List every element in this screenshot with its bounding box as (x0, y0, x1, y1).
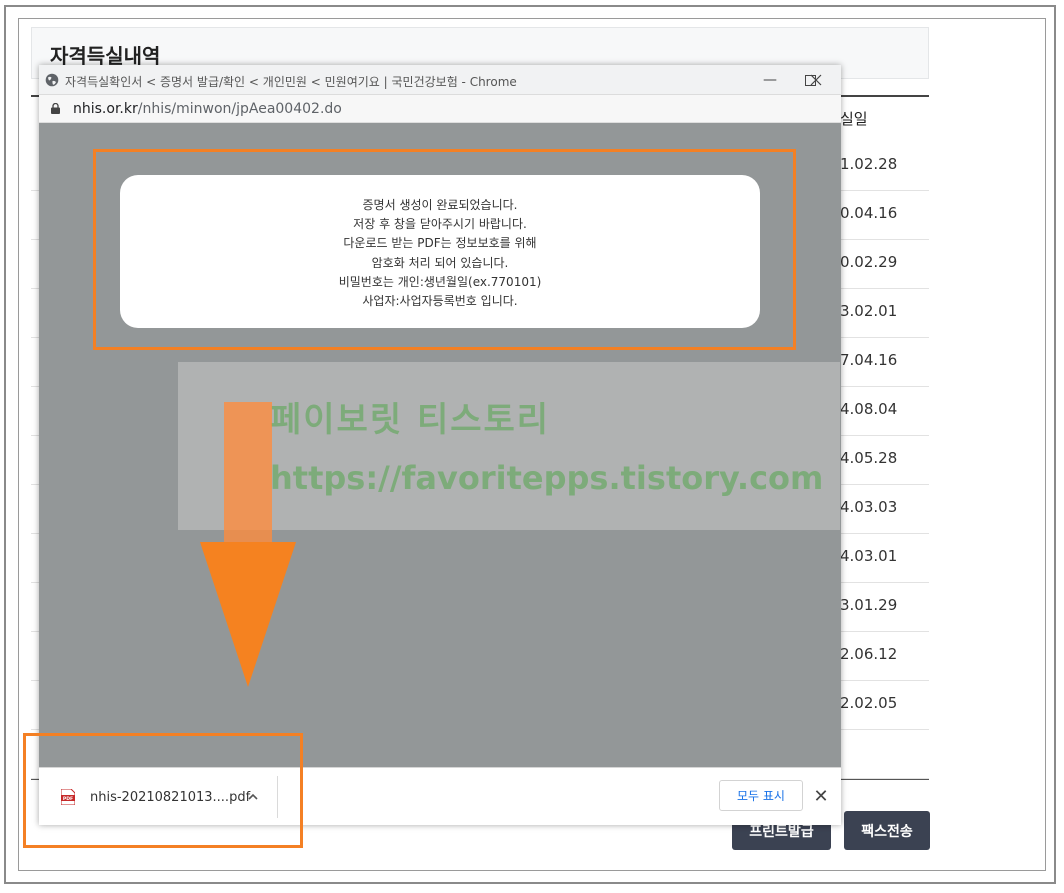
row-loss-date: 1.02.28 (840, 155, 898, 173)
row-loss-date: 4.03.03 (840, 498, 898, 516)
row-loss-date: 4.08.04 (840, 400, 898, 418)
globe-icon (45, 73, 59, 87)
row-loss-date: 0.04.16 (840, 204, 898, 222)
minimize-icon[interactable]: — (755, 69, 785, 91)
watermark-text-name: 페이보릿 티스토리 (270, 400, 551, 440)
url-path: /nhis/minwon/jpAea00402.do (137, 101, 342, 117)
row-loss-date: 7.04.16 (840, 351, 898, 369)
close-window-icon[interactable] (801, 69, 831, 91)
show-all-button[interactable]: 모두 표시 (719, 780, 803, 811)
column-header-loss-date: 실일 (840, 110, 868, 128)
row-loss-date: 4.05.28 (840, 449, 898, 467)
url-text[interactable]: nhis.or.kr/nhis/minwon/jpAea00402.do (73, 101, 342, 117)
row-loss-date: 4.03.01 (840, 547, 898, 565)
row-loss-date: 3.02.01 (840, 302, 898, 320)
watermark-text-url: https://favoritepps.tistory.com (270, 459, 824, 497)
fax-send-button[interactable]: 팩스전송 (844, 811, 930, 850)
row-loss-date: 3.01.29 (840, 596, 898, 614)
row-loss-date: 2.06.12 (840, 645, 898, 663)
row-loss-date: 2.02.05 (840, 694, 898, 712)
close-x-icon (810, 74, 822, 86)
address-bar[interactable]: nhis.or.kr/nhis/minwon/jpAea00402.do (39, 95, 841, 123)
download-highlight-box (23, 733, 303, 848)
window-title: 자격득실확인서 < 증명서 발급/확인 < 개인민원 < 민원여기요 | 국민건… (65, 75, 517, 89)
message-highlight-box (93, 149, 796, 350)
close-shelf-icon[interactable]: ✕ (811, 786, 831, 807)
window-titlebar[interactable]: 자격득실확인서 < 증명서 발급/확인 < 개인민원 < 민원여기요 | 국민건… (39, 65, 841, 95)
down-arrow-icon (200, 402, 296, 687)
row-loss-date: 0.02.29 (840, 253, 898, 271)
url-domain: nhis.or.kr (73, 101, 138, 117)
lock-icon (51, 103, 60, 114)
